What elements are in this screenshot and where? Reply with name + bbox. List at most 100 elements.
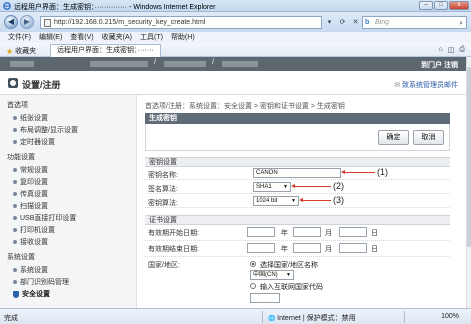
menu-view[interactable]: 查看(V) — [70, 32, 93, 43]
end-year-input[interactable] — [247, 243, 275, 253]
day-unit: 日 — [371, 246, 378, 253]
favorites-label: 收藏夹 — [15, 48, 37, 55]
bullet-icon — [13, 228, 17, 232]
top-header: / / 到门户 注销 — [0, 57, 466, 71]
search-input[interactable]: b Bing ⌕ — [362, 16, 467, 29]
sidebar-item-label: 部门识别码管理 — [20, 279, 69, 286]
sidebar-item-label: 定时器设置 — [20, 139, 55, 146]
separator: / — [154, 59, 156, 66]
command-bar: ⌂ ◫ ⎙ — [439, 46, 465, 54]
menu-favorites[interactable]: 收藏夹(A) — [102, 32, 132, 43]
sidebar-item-receive[interactable]: 接收设置 — [13, 237, 48, 247]
sidebar-item-copy[interactable]: 复印设置 — [13, 177, 48, 187]
sidebar-item-fax[interactable]: 传真设置 — [13, 189, 48, 199]
scrollbar-thumb[interactable] — [467, 67, 471, 247]
vertical-scrollbar[interactable] — [466, 57, 471, 308]
status-divider — [262, 311, 263, 323]
start-month-input[interactable] — [293, 227, 321, 237]
sidebar-item-paper[interactable]: 纸张设置 — [13, 113, 48, 123]
security-zone: Internet | 保护模式：禁用 — [268, 313, 355, 323]
sidebar-item-layout[interactable]: 布局调整/显示设置 — [13, 125, 78, 135]
print-icon[interactable]: ⎙ — [459, 46, 465, 54]
key-algorithm-select[interactable]: 1024 bit ▼ — [253, 196, 299, 206]
sidebar-item-label: 系统设置 — [20, 267, 48, 274]
sidebar-item-usb-print[interactable]: USB直接打印设置 — [13, 213, 76, 223]
internet-code-input[interactable] — [250, 293, 280, 303]
settings-icon — [8, 78, 18, 88]
signature-algorithm-label: 签名算法: — [148, 186, 178, 193]
forward-button[interactable]: ▶ — [20, 15, 34, 29]
refresh-icon[interactable]: ⟳ — [337, 16, 348, 29]
bullet-icon — [13, 240, 17, 244]
stop-icon[interactable]: ✕ — [350, 16, 361, 29]
search-icon[interactable]: ⌕ — [459, 18, 463, 29]
menu-tools[interactable]: 工具(T) — [140, 32, 163, 43]
favorites-button[interactable]: ★ 收藏夹 — [6, 46, 36, 56]
signature-algorithm-select[interactable]: SHA1 ▼ — [253, 182, 291, 192]
country-name-radio-label: 选择国家/地区名称 — [260, 262, 318, 269]
maximize-button[interactable]: □ — [434, 1, 448, 10]
key-algorithm-row: 密钥算法: 1024 bit ▼ — [145, 195, 450, 208]
bullet-icon — [13, 168, 17, 172]
redacted-text — [90, 61, 148, 67]
sidebar-item-label: 打印机设置 — [20, 227, 55, 234]
sidebar-item-printer[interactable]: 打印机设置 — [13, 225, 55, 235]
end-day-input[interactable] — [339, 243, 367, 253]
validity-end-row: 有效期结束日期: 年 月 日 — [145, 241, 450, 257]
cancel-button[interactable]: 取消 — [413, 130, 444, 145]
bullet-icon — [13, 268, 17, 272]
back-button[interactable]: ◀ — [4, 15, 18, 29]
month-unit: 月 — [325, 230, 332, 237]
url-input[interactable]: http://192.168.0.215/m_security_key_crea… — [40, 16, 322, 29]
sidebar-item-dept-id[interactable]: 部门识别码管理 — [13, 277, 69, 287]
browser-tab[interactable]: 远程用户界面：生成密钥：······· — [50, 44, 161, 57]
sidebar-item-label: USB直接打印设置 — [20, 215, 77, 222]
feeds-icon[interactable]: ◫ — [448, 46, 455, 54]
menu-file[interactable]: 文件(F) — [8, 32, 31, 43]
sidebar-item-scan[interactable]: 扫描设置 — [13, 201, 48, 211]
zoom-level[interactable]: 100% — [441, 313, 459, 320]
url-actions: ▾ ⟳ ✕ — [324, 16, 361, 29]
sidebar-item-label: 接收设置 — [20, 239, 48, 246]
chevron-down-icon: ▼ — [291, 198, 296, 204]
callout-arrow — [303, 200, 331, 201]
sidebar-item-system[interactable]: 系统设置 — [13, 265, 48, 275]
home-icon[interactable]: ⌂ — [439, 46, 443, 54]
sidebar-item-label: 扫描设置 — [20, 203, 48, 210]
key-algorithm-label: 密钥算法: — [148, 200, 178, 207]
window-controls: – □ x — [419, 1, 469, 10]
menu-edit[interactable]: 编辑(E) — [39, 32, 62, 43]
end-month-input[interactable] — [293, 243, 321, 253]
portal-logout-links[interactable]: 到门户 注销 — [421, 60, 458, 70]
country-select[interactable]: 中国(CN) ▼ — [250, 270, 294, 280]
window-title-bar: 远程用户界面：生成密钥：·············· - Windows Int… — [0, 0, 471, 12]
month-unit: 月 — [325, 246, 332, 253]
bullet-icon — [13, 216, 17, 220]
minimize-button[interactable]: – — [419, 1, 433, 10]
breadcrumb: 首选项/注册：系统设置：安全设置 > 密钥和证书设置 > 生成密钥 — [145, 103, 345, 110]
start-year-input[interactable] — [247, 227, 275, 237]
sidebar-item-security[interactable]: 安全设置 — [13, 289, 50, 299]
bing-logo-icon: b — [365, 19, 370, 26]
callout-label: (3) — [333, 195, 344, 205]
key-name-input[interactable]: CANON — [253, 168, 341, 178]
country-name-radio[interactable] — [250, 261, 256, 267]
start-day-input[interactable] — [339, 227, 367, 237]
sidebar-item-general[interactable]: 常规设置 — [13, 165, 48, 175]
search-placeholder: Bing — [375, 19, 390, 26]
key-name-label: 密钥名称: — [148, 172, 178, 179]
close-button[interactable]: x — [449, 1, 469, 10]
internet-code-radio[interactable] — [250, 283, 256, 289]
validity-start-row: 有效期开始日期: 年 月 日 — [145, 225, 450, 241]
ok-button[interactable]: 确定 — [378, 130, 409, 145]
dropdown-icon[interactable]: ▾ — [324, 16, 335, 29]
page-title: 设置/注册 — [22, 80, 61, 90]
sidebar-item-timer[interactable]: 定时器设置 — [13, 137, 55, 147]
internet-code-radio-label: 输入互联网国家代码 — [260, 284, 323, 291]
sidebar-heading-preferences: 首选项 — [7, 102, 28, 109]
redacted-text — [164, 61, 206, 67]
admin-mail-link[interactable]: 致系统管理员邮件 — [394, 80, 458, 90]
menu-help[interactable]: 帮助(H) — [171, 32, 195, 43]
favorites-bar: ★ 收藏夹 远程用户界面：生成密钥：······· ⌂ ◫ ⎙ — [0, 43, 471, 57]
menu-bar: 文件(F) 编辑(E) 查看(V) 收藏夹(A) 工具(T) 帮助(H) — [0, 32, 471, 43]
